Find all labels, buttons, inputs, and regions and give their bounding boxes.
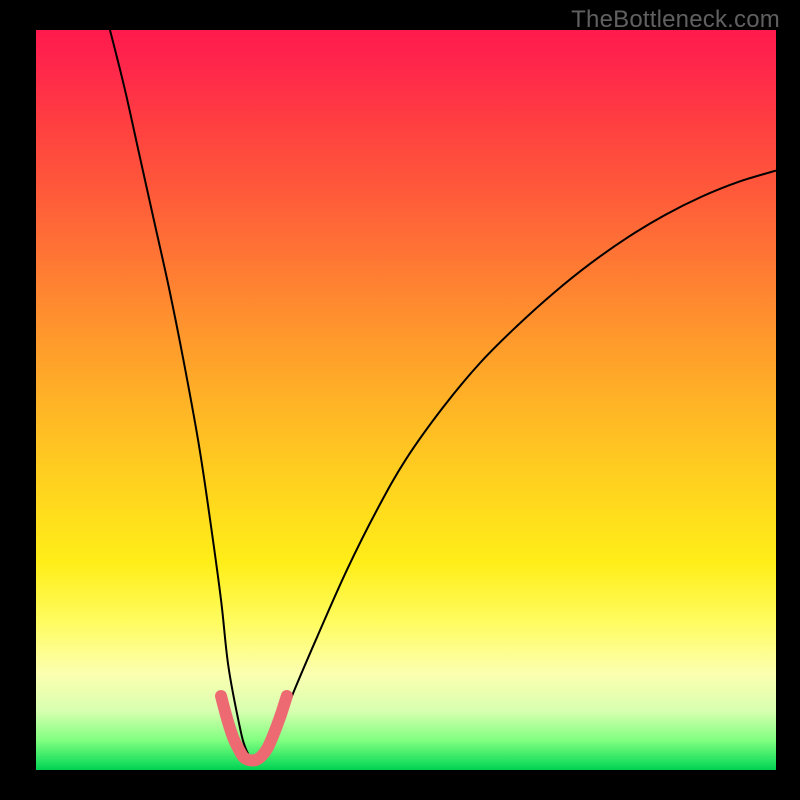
v-curve-path [110,30,776,760]
plot-area [36,30,776,770]
watermark-text: TheBottleneck.com [571,6,780,34]
chart-svg [36,30,776,770]
u-highlight-path [221,696,287,760]
chart-frame: TheBottleneck.com [0,0,800,800]
